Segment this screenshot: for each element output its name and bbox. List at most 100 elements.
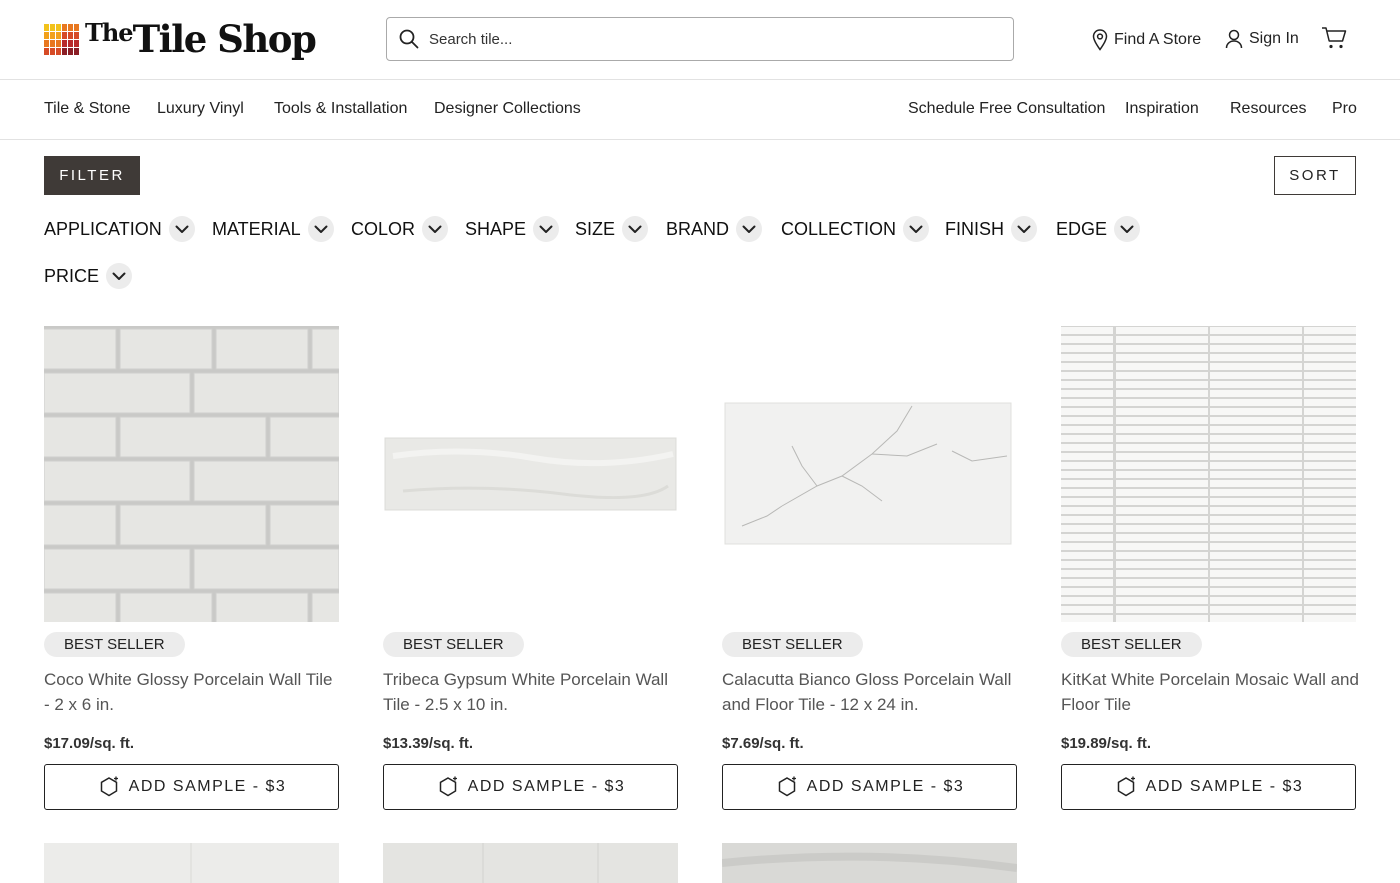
- find-store-label: Find A Store: [1114, 31, 1202, 48]
- product-image[interactable]: [722, 326, 1017, 622]
- sign-in-link[interactable]: Sign In: [1225, 29, 1299, 49]
- logo-square: [56, 31, 61, 39]
- product-image[interactable]: [383, 326, 678, 622]
- search-icon: [399, 29, 419, 49]
- user-icon: [1225, 29, 1243, 49]
- chevron-down-icon: [622, 216, 649, 242]
- product-image-peek[interactable]: [722, 843, 1017, 883]
- nav-resources[interactable]: Resources: [1230, 100, 1306, 118]
- facet-label: MATERIAL: [212, 218, 301, 239]
- product-name[interactable]: Tribeca Gypsum White Porcelain Wall Tile…: [383, 667, 681, 717]
- logo-square: [62, 47, 67, 55]
- product-card[interactable]: BEST SELLER Coco White Glossy Porcelain …: [44, 326, 339, 810]
- add-sample-label: ADD SAMPLE - $3: [467, 778, 626, 795]
- logo-square: [68, 39, 73, 47]
- product-card[interactable]: BEST SELLER Tribeca Gypsum White Porcela…: [383, 326, 678, 810]
- sign-in-label: Sign In: [1249, 30, 1299, 47]
- nav-luxury-vinyl[interactable]: Luxury Vinyl: [157, 100, 244, 118]
- sort-button[interactable]: SORT: [1274, 156, 1356, 195]
- best-seller-badge: BEST SELLER: [1061, 632, 1202, 657]
- logo-square: [62, 23, 67, 31]
- logo-square: [62, 31, 67, 39]
- facet-label: COLOR: [351, 218, 416, 239]
- facet-material[interactable]: MATERIAL: [212, 216, 334, 242]
- cart-button[interactable]: [1321, 26, 1347, 55]
- logo-square: [56, 47, 61, 55]
- logo-square: [50, 47, 55, 55]
- product-price: $17.09/sq. ft.: [44, 735, 135, 752]
- facet-color[interactable]: COLOR: [351, 216, 449, 242]
- add-sample-button[interactable]: ADD SAMPLE - $3: [383, 764, 678, 810]
- facet-collection[interactable]: COLLECTION: [781, 216, 930, 242]
- logo-square: [50, 23, 55, 31]
- chevron-down-icon: [736, 216, 763, 242]
- nav-tile-stone[interactable]: Tile & Stone: [44, 100, 131, 118]
- product-card[interactable]: BEST SELLER KitKat White Porcelain Mosai…: [1061, 326, 1359, 810]
- nav-schedule-consultation[interactable]: Schedule Free Consultation: [908, 100, 1105, 118]
- nav-inspiration[interactable]: Inspiration: [1125, 100, 1199, 118]
- add-sample-button[interactable]: ADD SAMPLE - $3: [44, 764, 339, 810]
- best-seller-badge: BEST SELLER: [383, 632, 524, 657]
- product-price: $7.69/sq. ft.: [722, 735, 804, 752]
- search-input[interactable]: [429, 30, 989, 48]
- logo-square: [44, 47, 49, 55]
- logo-square: [44, 23, 49, 31]
- logo-square: [56, 23, 61, 31]
- chevron-down-icon: [422, 216, 449, 242]
- add-sample-label: ADD SAMPLE - $3: [128, 778, 287, 795]
- sample-tile-icon: [439, 776, 457, 797]
- site-header: TheTile Shop Find A Store Sign In: [0, 0, 1400, 80]
- facet-size[interactable]: SIZE: [575, 216, 649, 242]
- facet-label: FINISH: [945, 218, 1005, 239]
- best-seller-badge: BEST SELLER: [44, 632, 185, 657]
- facet-label: BRAND: [666, 218, 730, 239]
- add-sample-button[interactable]: ADD SAMPLE - $3: [722, 764, 1017, 810]
- facet-application[interactable]: APPLICATION: [44, 216, 195, 242]
- logo-square: [74, 47, 79, 55]
- search-bar[interactable]: [386, 17, 1014, 61]
- chevron-down-icon: [168, 216, 195, 242]
- chevron-down-icon: [307, 216, 334, 242]
- logo-square: [62, 39, 67, 47]
- logo-square: [74, 39, 79, 47]
- chevron-down-icon: [533, 216, 560, 242]
- facet-price[interactable]: PRICE: [44, 263, 133, 289]
- chevron-down-icon: [1114, 216, 1141, 242]
- facet-shape[interactable]: SHAPE: [465, 216, 560, 242]
- facet-label: SHAPE: [465, 218, 527, 239]
- map-pin-icon: [1092, 29, 1108, 51]
- sample-tile-icon: [100, 776, 118, 797]
- product-name[interactable]: Calacutta Bianco Gloss Porcelain Wall an…: [722, 667, 1020, 717]
- facet-label: APPLICATION: [44, 218, 162, 239]
- sample-tile-icon: [1117, 776, 1135, 797]
- logo-square: [74, 31, 79, 39]
- logo-square: [44, 31, 49, 39]
- main-nav: Tile & Stone Luxury Vinyl Tools & Instal…: [0, 80, 1400, 140]
- logo-square: [68, 23, 73, 31]
- product-image[interactable]: [1061, 326, 1356, 622]
- nav-pro[interactable]: Pro: [1332, 100, 1357, 118]
- find-store-link[interactable]: Find A Store: [1092, 29, 1201, 51]
- facet-edge[interactable]: EDGE: [1056, 216, 1141, 242]
- product-price: $19.89/sq. ft.: [1061, 735, 1152, 752]
- chevron-down-icon: [903, 216, 930, 242]
- product-name[interactable]: Coco White Glossy Porcelain Wall Tile - …: [44, 667, 342, 717]
- facet-finish[interactable]: FINISH: [945, 216, 1038, 242]
- facet-brand[interactable]: BRAND: [666, 216, 763, 242]
- product-image-peek[interactable]: [383, 843, 678, 883]
- nav-designer-collections[interactable]: Designer Collections: [434, 100, 581, 118]
- product-image[interactable]: [44, 326, 339, 622]
- chevron-down-icon: [106, 263, 133, 289]
- product-image-peek[interactable]: [44, 843, 339, 883]
- product-card[interactable]: BEST SELLER Calacutta Bianco Gloss Porce…: [722, 326, 1017, 810]
- facet-label: PRICE: [44, 265, 100, 286]
- product-name[interactable]: KitKat White Porcelain Mosaic Wall and F…: [1061, 667, 1359, 717]
- cart-icon: [1322, 27, 1347, 49]
- site-logo[interactable]: TheTile Shop: [44, 18, 317, 60]
- sample-tile-icon: [778, 776, 796, 797]
- logo-square: [74, 23, 79, 31]
- facet-label: COLLECTION: [781, 218, 897, 239]
- add-sample-button[interactable]: ADD SAMPLE - $3: [1061, 764, 1356, 810]
- filter-button[interactable]: FILTER: [44, 156, 140, 195]
- nav-tools-installation[interactable]: Tools & Installation: [274, 100, 407, 118]
